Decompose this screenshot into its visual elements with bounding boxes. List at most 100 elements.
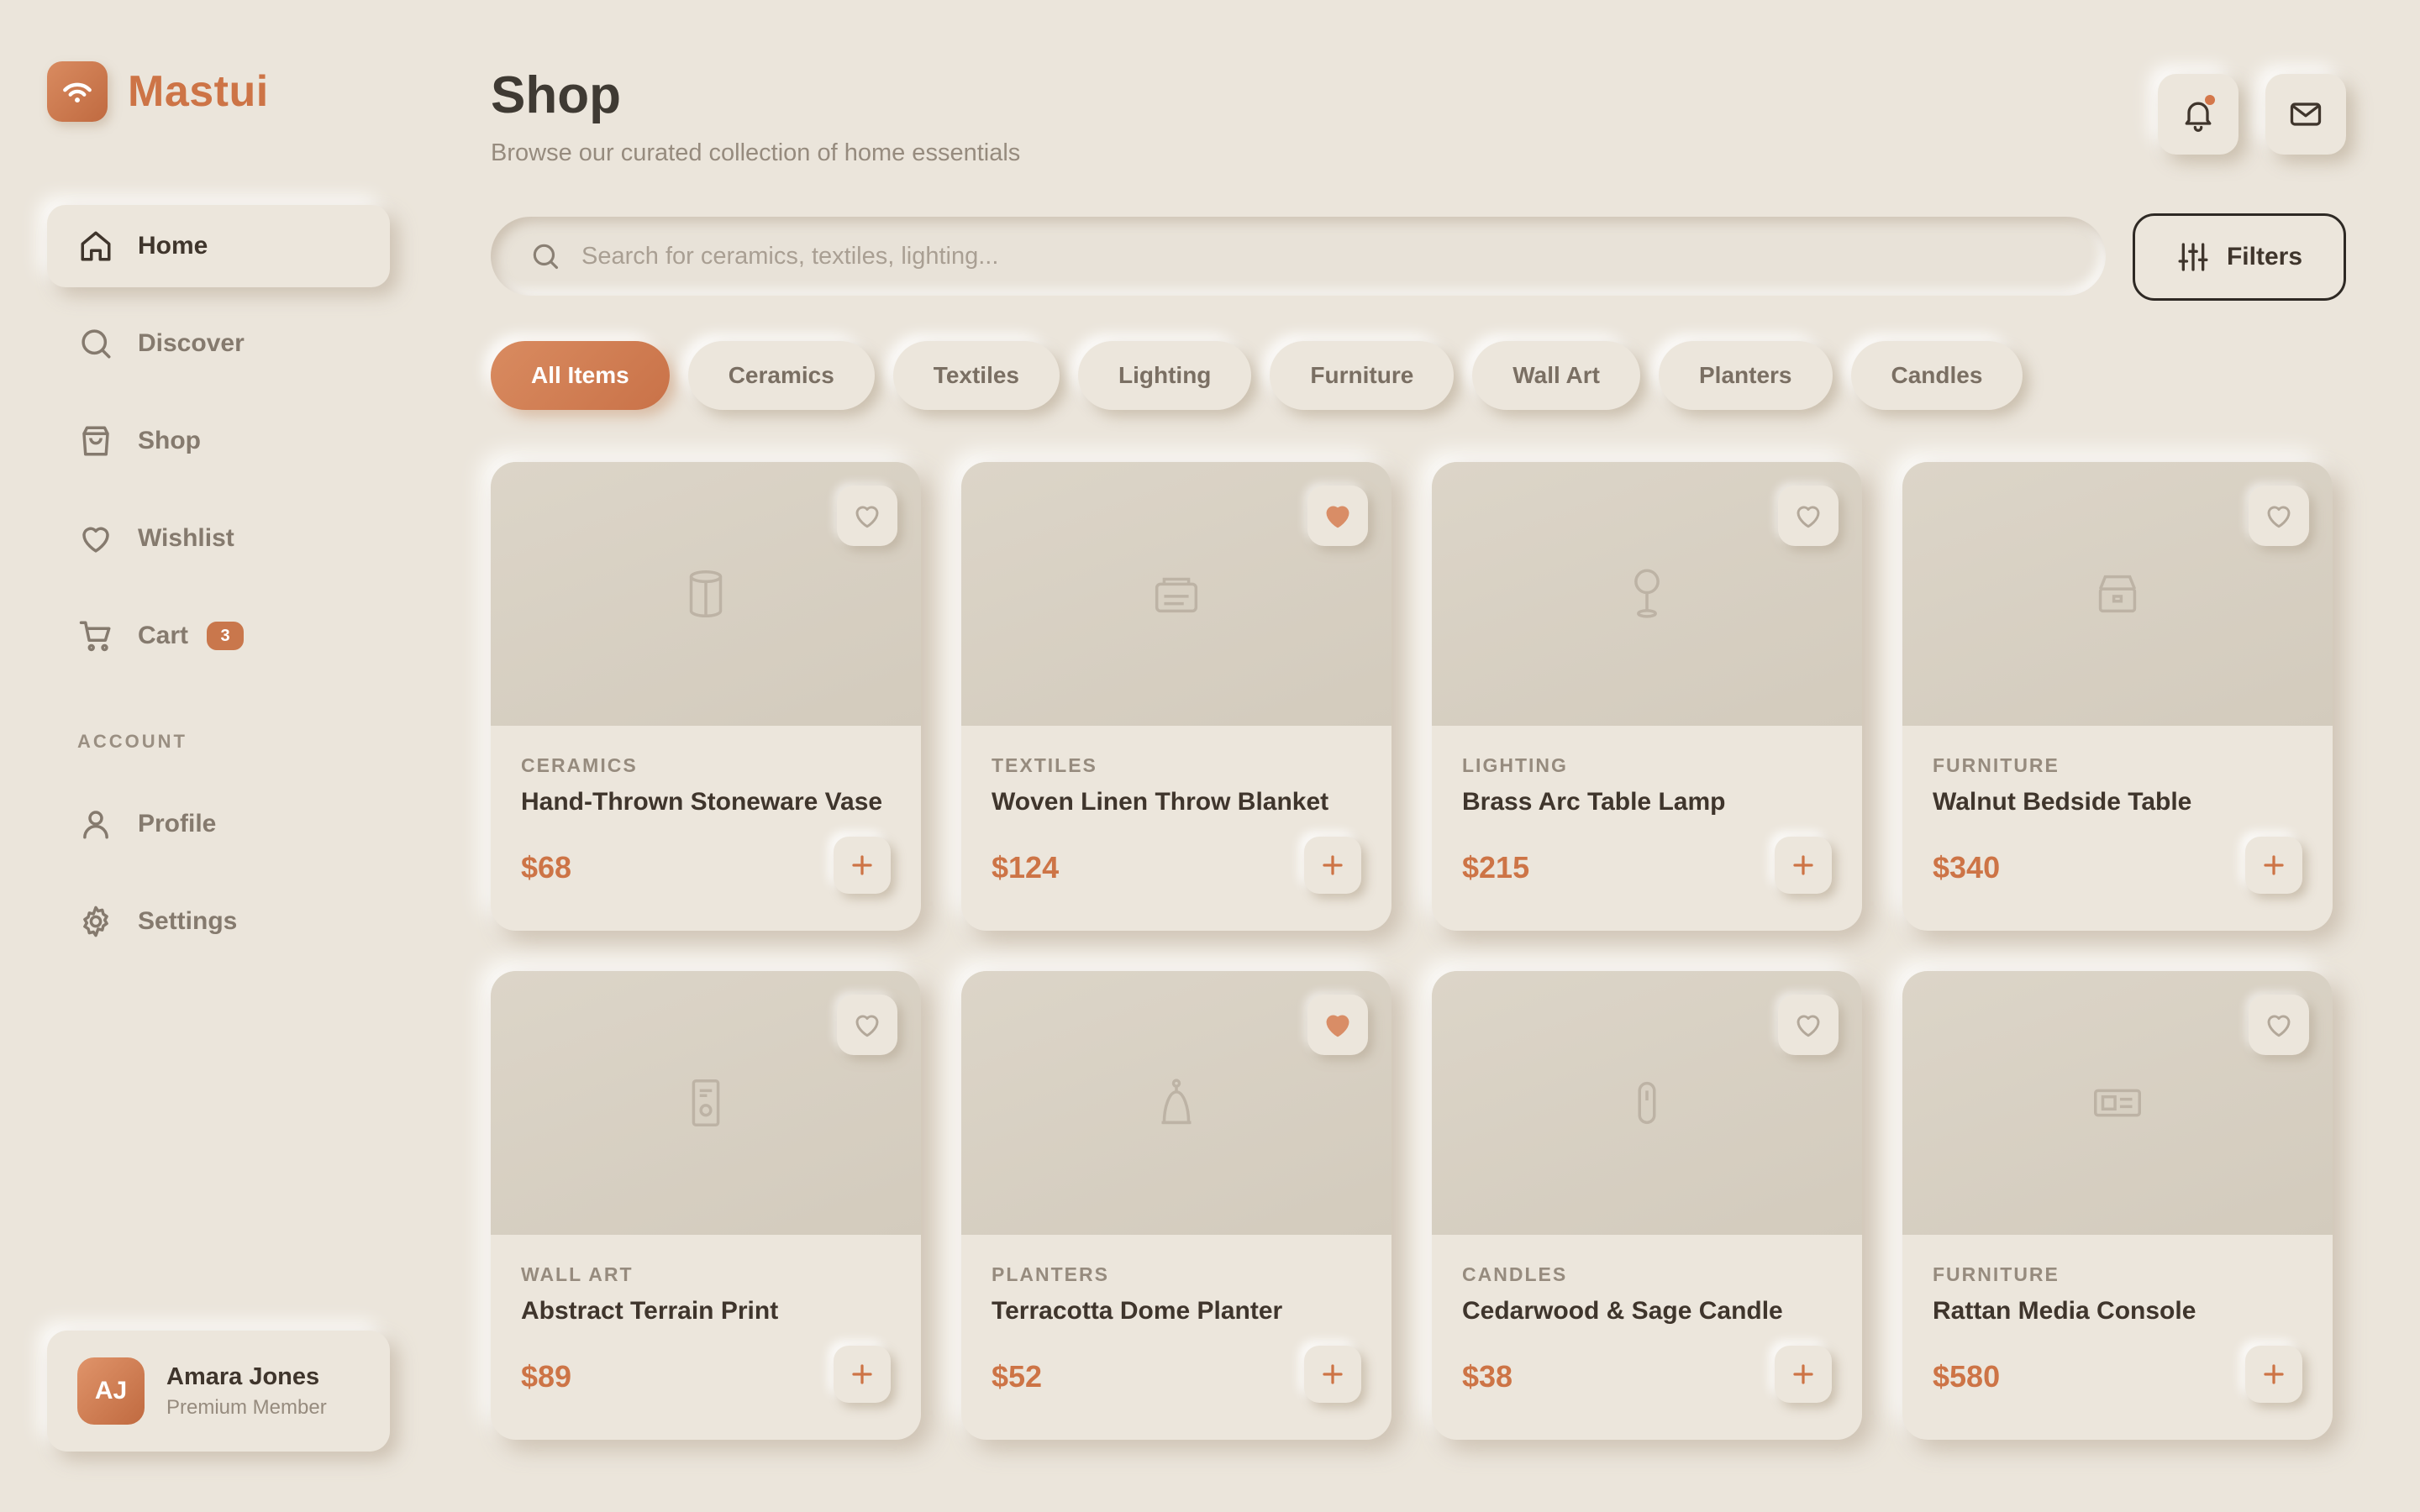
plus-icon [850,853,875,878]
filters-button[interactable]: Filters [2133,213,2346,301]
add-to-cart-button[interactable] [1775,1346,1832,1403]
chip-wall-art[interactable]: Wall Art [1472,341,1640,410]
add-to-cart-button[interactable] [834,837,891,894]
add-to-cart-button[interactable] [2245,837,2302,894]
wishlist-toggle[interactable] [1307,995,1368,1055]
product-name: Woven Linen Throw Blanket [992,788,1329,816]
wishlist-toggle[interactable] [2249,995,2309,1055]
wishlist-toggle[interactable] [2249,486,2309,546]
add-to-cart-button[interactable] [1775,837,1832,894]
product-price: $38 [1462,1359,1513,1394]
product-category: FURNITURE [1933,754,2060,776]
product-category: CERAMICS [521,754,638,776]
chip-furniture[interactable]: Furniture [1270,341,1455,410]
heart-outline-icon [1793,1010,1823,1040]
add-to-cart-button[interactable] [1304,837,1361,894]
nav-label: Shop [138,427,201,454]
wishlist-toggle[interactable] [1778,995,1839,1055]
broadcast-icon [47,61,108,122]
user-role: Premium Member [166,1395,327,1419]
heart-outline-icon [1793,501,1823,531]
wishlist-toggle[interactable] [1307,486,1368,546]
add-to-cart-button[interactable] [1304,1346,1361,1403]
nav-item-home[interactable]: Home [47,205,390,287]
product-image [1432,971,1862,1235]
product-card[interactable]: TEXTILES Woven Linen Throw Blanket $124 [961,462,1392,931]
frame-icon [676,1074,735,1132]
search-icon [77,325,114,362]
vase-icon [676,564,735,623]
product-image [1902,462,2333,726]
search-bar[interactable] [491,217,2106,296]
product-card[interactable]: CERAMICS Hand-Thrown Stoneware Vase $68 [491,462,921,931]
nav-item-profile[interactable]: Profile [47,783,390,865]
plus-icon [1791,853,1816,878]
sliders-icon [2176,240,2210,274]
search-icon [529,240,561,272]
product-price: $89 [521,1359,572,1394]
product-card[interactable]: FURNITURE Rattan Media Console $580 [1902,971,2333,1440]
cart-icon [77,617,114,654]
nav-item-cart[interactable]: Cart 3 [47,595,390,677]
product-card[interactable]: CANDLES Cedarwood & Sage Candle $38 [1432,971,1862,1440]
brand-logo[interactable]: Mastui [47,61,269,122]
product-name: Abstract Terrain Print [521,1297,779,1325]
chip-textiles[interactable]: Textiles [892,341,1060,410]
avatar: AJ [77,1357,145,1425]
sidebar: Mastui Home Discover Shop Wishlist Cart … [0,0,437,1512]
notifications-button[interactable] [2158,74,2238,155]
product-card[interactable]: PLANTERS Terracotta Dome Planter $52 [961,971,1392,1440]
notification-dot [2205,95,2215,105]
product-image [1902,971,2333,1235]
product-image [491,462,921,726]
planter-icon [1147,1074,1206,1132]
wishlist-toggle[interactable] [837,486,897,546]
product-card[interactable]: WALL ART Abstract Terrain Print $89 [491,971,921,1440]
user-info: Amara Jones Premium Member [166,1363,327,1420]
product-price: $215 [1462,850,1530,885]
heart-outline-icon [2264,1010,2294,1040]
product-card[interactable]: FURNITURE Walnut Bedside Table $340 [1902,462,2333,931]
nav-label: Profile [138,810,217,837]
page-subtitle: Browse our curated collection of home es… [491,139,1021,166]
product-name: Hand-Thrown Stoneware Vase [521,788,883,816]
wishlist-toggle[interactable] [1778,486,1839,546]
product-category: CANDLES [1462,1263,1568,1285]
chip-all-items[interactable]: All Items [491,341,670,410]
candle-icon [1618,1074,1676,1132]
product-card[interactable]: LIGHTING Brass Arc Table Lamp $215 [1432,462,1862,931]
nav-item-settings[interactable]: Settings [47,880,390,963]
lamp-icon [1618,564,1676,623]
messages-button[interactable] [2265,74,2346,155]
chip-candles[interactable]: Candles [1850,341,2023,410]
nav-label: Discover [138,329,245,357]
search-input[interactable] [581,242,2010,270]
nav-item-discover[interactable]: Discover [47,302,390,385]
product-category: FURNITURE [1933,1263,2060,1285]
chip-ceramics[interactable]: Ceramics [687,341,875,410]
heart-icon [77,520,114,557]
product-name: Brass Arc Table Lamp [1462,788,1726,816]
filters-label: Filters [2226,243,2303,270]
product-category: LIGHTING [1462,754,1568,776]
nav-item-wishlist[interactable]: Wishlist [47,497,390,580]
nav-label: Settings [138,907,238,935]
product-price: $124 [992,850,1060,885]
plus-icon [1791,1362,1816,1387]
add-to-cart-button[interactable] [2245,1346,2302,1403]
product-name: Terracotta Dome Planter [992,1297,1283,1325]
cart-count-badge: 3 [207,622,245,650]
chip-lighting[interactable]: Lighting [1078,341,1252,410]
home-icon [77,228,114,265]
product-price: $68 [521,850,572,885]
heart-outline-icon [852,1010,882,1040]
product-grid: CERAMICS Hand-Thrown Stoneware Vase $68 [491,462,2346,1453]
add-to-cart-button[interactable] [834,1346,891,1403]
user-profile-card[interactable]: AJ Amara Jones Premium Member [47,1331,390,1452]
nav-item-shop[interactable]: Shop [47,400,390,482]
wishlist-toggle[interactable] [837,995,897,1055]
product-category: WALL ART [521,1263,634,1285]
product-price: $340 [1933,850,2001,885]
chip-planters[interactable]: Planters [1659,341,1833,410]
app-root: Mastui Home Discover Shop Wishlist Cart … [0,0,2420,1512]
